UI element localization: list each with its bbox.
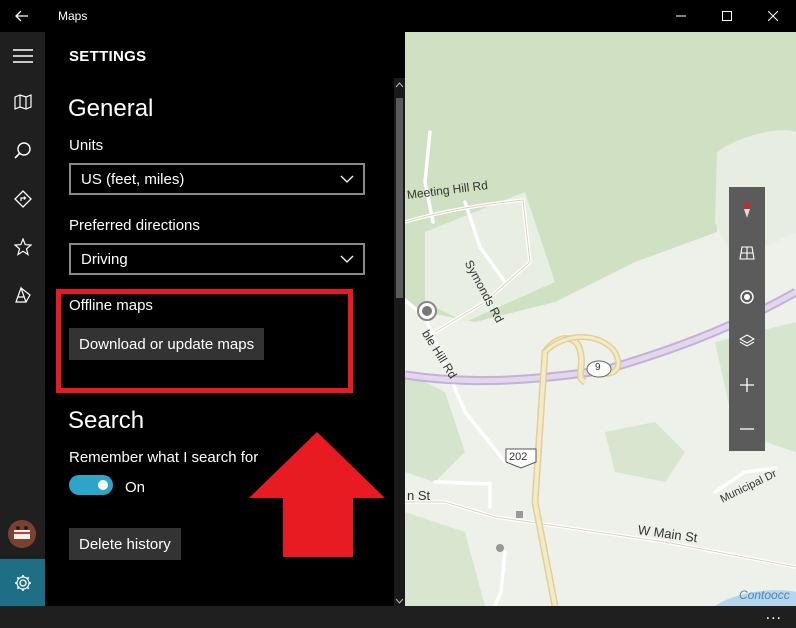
back-arrow-icon [15,10,28,22]
maximize-button[interactable] [704,0,750,32]
favorites-star-icon [13,238,32,256]
map-layers-button[interactable] [729,319,765,363]
annotation-up-arrow [249,432,385,557]
forest-area [605,422,685,482]
gear-icon [14,574,31,591]
zoom-out-icon [740,428,754,430]
scroll-up-icon [395,82,404,88]
maximize-icon [722,11,732,21]
poi-marker [496,544,504,552]
annotation-highlight-box [56,289,353,393]
app-bar: ... [0,606,796,628]
more-options-button[interactable]: ... [766,606,782,624]
search-heading: Search [68,407,145,434]
back-button[interactable] [0,0,44,32]
directions-value: Driving [81,250,128,268]
close-icon [768,11,778,21]
map-layers-icon [739,334,755,347]
scrollbar-thumb[interactable] [396,98,403,298]
map-controls [729,187,765,451]
map-label-water: Contoocc [739,588,790,602]
zoom-out-button[interactable] [729,407,765,451]
directions-dropdown[interactable]: Driving [69,243,365,275]
search-icon [13,142,31,159]
search-nav-button[interactable] [0,131,45,171]
compass-icon [744,200,750,218]
general-heading: General [68,95,154,122]
3d-cities-nav-button[interactable] [0,275,45,315]
3d-cities-icon [14,286,31,303]
toggle-state-label: On [125,479,146,496]
directions-label: Preferred directions [69,217,200,234]
units-value: US (feet, miles) [81,170,185,188]
avatar-image [8,520,36,548]
directions-nav-button[interactable] [0,179,45,219]
hamburger-menu-button[interactable] [0,36,45,76]
my-location-icon [740,290,754,304]
map-nav-button[interactable] [0,82,45,122]
directions-icon [13,190,32,208]
zoom-in-button[interactable] [729,363,765,407]
remember-search-label: Remember what I search for [69,449,259,466]
zoom-in-icon [740,378,754,392]
forest-area [405,512,485,606]
minimize-button[interactable] [658,0,704,32]
map-label-route-9: 9 [595,362,601,373]
scroll-down-icon [395,598,404,604]
title-bar: Maps [0,0,796,32]
settings-scrollbar[interactable] [394,78,405,606]
settings-nav-button[interactable] [0,559,45,606]
remember-search-toggle[interactable] [69,475,113,495]
chevron-down-icon [340,175,354,183]
window-title: Maps [58,9,88,23]
settings-header: SETTINGS [69,48,147,65]
units-label: Units [69,137,104,154]
delete-history-button[interactable]: Delete history [69,528,181,560]
my-location-button[interactable] [729,275,765,319]
toggle-knob [98,480,108,490]
map-label-route-202: 202 [509,451,528,463]
units-dropdown[interactable]: US (feet, miles) [69,163,365,195]
hamburger-menu-icon [12,49,33,63]
chevron-down-icon [340,255,354,263]
nav-rail [0,32,45,606]
minimize-icon [676,15,686,17]
map-label-main-st: n St [407,488,431,503]
favorites-nav-button[interactable] [0,227,45,267]
map-icon [13,94,32,110]
tilt-button[interactable] [729,231,765,275]
3d-tilt-icon [739,246,755,260]
avatar[interactable] [8,520,36,548]
road [493,550,507,606]
poi-marker [516,511,523,518]
close-button[interactable] [750,0,796,32]
compass-button[interactable] [729,187,765,231]
